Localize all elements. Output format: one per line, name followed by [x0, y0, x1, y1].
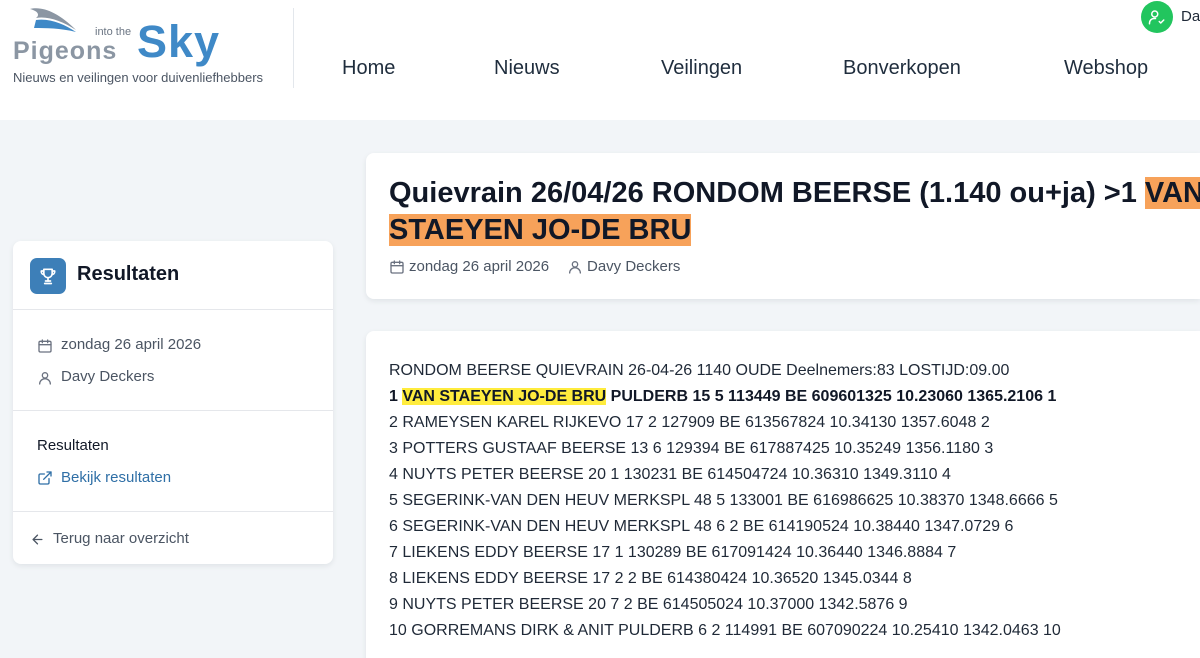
arrow-left-icon [32, 534, 43, 545]
view-results-label: Bekijk resultaten [61, 469, 172, 486]
nav-webshop[interactable]: Webshop [1064, 57, 1148, 80]
sidebar-header: Resultaten [13, 241, 333, 310]
site-tagline: Nieuws en veilingen voor duivenliefhebbe… [13, 70, 264, 85]
logo-sky-text: Sky [137, 16, 221, 67]
user-icon [569, 261, 581, 274]
sidebar-divider [13, 511, 333, 512]
nav-nieuws[interactable]: Nieuws [494, 57, 560, 80]
nav-veilingen[interactable]: Veilingen [661, 57, 742, 80]
calendar-icon [390, 260, 404, 274]
results-sidebar-card: Resultaten zondag 26 april 2026 Davy Dec… [13, 241, 333, 564]
article-author: Davy Deckers [587, 258, 681, 275]
winner-name-highlight: VAN STAEYEN JO-DE BRU [402, 388, 607, 405]
sidebar-author-text: Davy Deckers [61, 368, 155, 385]
winner-rank: 1 [389, 388, 403, 405]
results-content-card: RONDOM BEERSE QUIEVRAIN 26-04-26 1140 OU… [366, 331, 1200, 658]
winner-details: PULDERB 15 5 113449 BE 609601325 10.2306… [606, 388, 1057, 405]
logo-pigeons-text: Pigeons [13, 37, 118, 65]
result-row: 4 NUYTS PETER BEERSE 20 1 130231 BE 6145… [389, 466, 951, 483]
calendar-icon [38, 339, 52, 353]
results-list: RONDOM BEERSE QUIEVRAIN 26-04-26 1140 OU… [389, 358, 1200, 644]
article-title-text: Quievrain 26/04/26 RONDOM BEERSE (1.140 … [389, 177, 1145, 209]
result-row: 8 LIEKENS EDDY BEERSE 17 2 2 BE 61438042… [389, 570, 912, 587]
sidebar-results-label: Resultaten [37, 437, 109, 454]
result-row: 7 LIEKENS EDDY BEERSE 17 1 130289 BE 617… [389, 544, 957, 561]
result-row: 10 GORREMANS DIRK & ANIT PULDERB 6 2 114… [389, 622, 1061, 639]
article-title-card: Quievrain 26/04/26 RONDOM BEERSE (1.140 … [366, 153, 1200, 299]
article-date: zondag 26 april 2026 [409, 258, 550, 275]
result-row: 9 NUYTS PETER BEERSE 20 7 2 BE 614505024… [389, 596, 908, 613]
trophy-icon [30, 258, 66, 294]
results-header-line: RONDOM BEERSE QUIEVRAIN 26-04-26 1140 OU… [389, 362, 1010, 379]
sidebar-divider [13, 410, 333, 411]
pigeon-wing-icon [30, 8, 76, 32]
back-to-overview-label: Terug naar overzicht [53, 530, 189, 547]
header-divider [293, 8, 294, 88]
nav-bonverkopen[interactable]: Bonverkopen [843, 57, 961, 80]
user-name: Da [1181, 8, 1200, 25]
article-title: Quievrain 26/04/26 RONDOM BEERSE (1.140 … [389, 175, 1200, 249]
result-row: 5 SEGERINK-VAN DEN HEUV MERKSPL 48 5 133… [389, 492, 1058, 509]
result-row: 2 RAMEYSEN KAREL RIJKEVO 17 2 127909 BE … [389, 414, 990, 431]
result-row: 3 POTTERS GUSTAAF BEERSE 13 6 129394 BE … [389, 440, 994, 457]
site-logo[interactable]: Pigeons into the Sky Nieuws en veilingen… [10, 6, 270, 90]
user-icon [39, 372, 51, 385]
site-header: Pigeons into the Sky Nieuws en veilingen… [0, 0, 1200, 120]
user-check-icon [1141, 1, 1173, 33]
result-row: 6 SEGERINK-VAN DEN HEUV MERKSPL 48 6 2 B… [389, 518, 1014, 535]
sidebar-title: Resultaten [77, 263, 180, 285]
nav-home[interactable]: Home [342, 57, 395, 80]
external-link-icon [38, 471, 52, 485]
logo-intothe-text: into the [95, 26, 132, 38]
sidebar-date-text: zondag 26 april 2026 [61, 336, 202, 353]
results-winner-line: 1 VAN STAEYEN JO-DE BRU PULDERB 15 5 113… [389, 384, 1200, 410]
